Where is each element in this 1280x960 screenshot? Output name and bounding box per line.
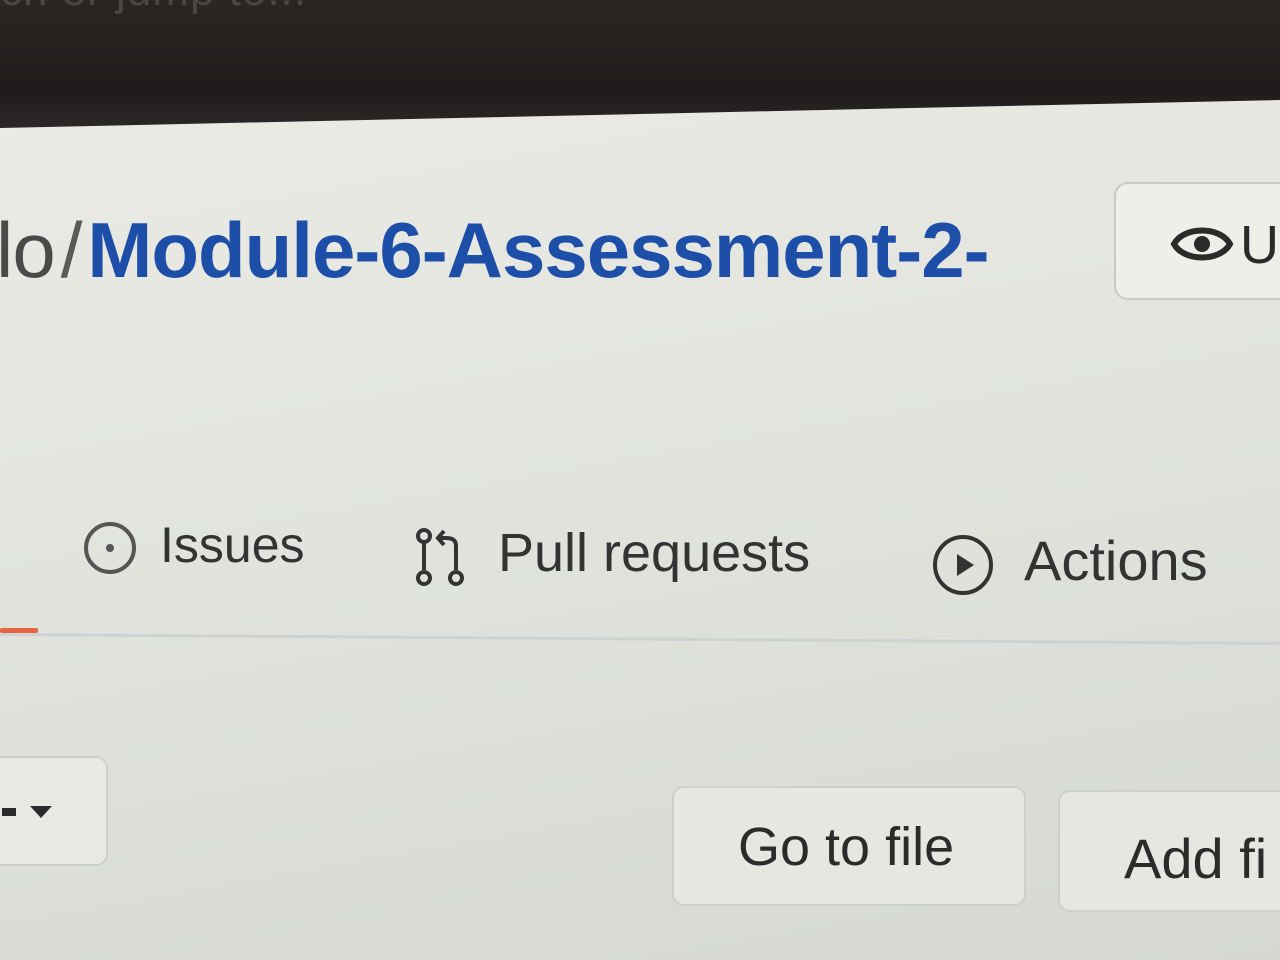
repo-name-link[interactable]: Module-6-Assessment-2- — [87, 206, 989, 294]
play-icon — [933, 535, 993, 595]
go-to-file-label: Go to file — [738, 817, 955, 877]
tab-issues[interactable]: Issues — [82, 510, 305, 590]
branch-select-button[interactable] — [0, 756, 108, 866]
go-to-file-button[interactable]: Go to file — [672, 786, 1026, 906]
git-pull-request-icon — [416, 528, 464, 586]
tab-issues-label: Issues — [160, 517, 305, 573]
repo-title: lo/Module-6-Assessment-2- — [0, 205, 990, 295]
add-file-button[interactable]: Add fi — [1058, 790, 1280, 912]
github-repo-page: lo/Module-6-Assessment-2- U Issues Pull … — [0, 100, 1280, 960]
add-file-label: Add fi — [1124, 827, 1268, 890]
search-hint-text: ch or jump to... — [0, 0, 307, 16]
repo-owner-link[interactable]: lo — [0, 206, 56, 294]
tab-pull-requests-label: Pull requests — [498, 523, 811, 583]
repo-nav-tabs: Issues Pull requests Actions — [0, 500, 1280, 650]
issue-opened-icon — [84, 522, 136, 574]
chevron-down-icon — [30, 806, 52, 818]
tab-actions[interactable]: Actions — [930, 522, 1250, 602]
tabs-divider — [0, 633, 1280, 645]
eye-icon — [1170, 227, 1234, 261]
branch-label-fragment — [2, 808, 16, 816]
tab-pull-requests[interactable]: Pull requests — [410, 516, 810, 596]
watch-button[interactable]: U — [1114, 182, 1280, 300]
watch-button-label: U — [1240, 215, 1279, 275]
tab-actions-label: Actions — [1024, 529, 1208, 592]
repo-separator: / — [60, 206, 83, 294]
